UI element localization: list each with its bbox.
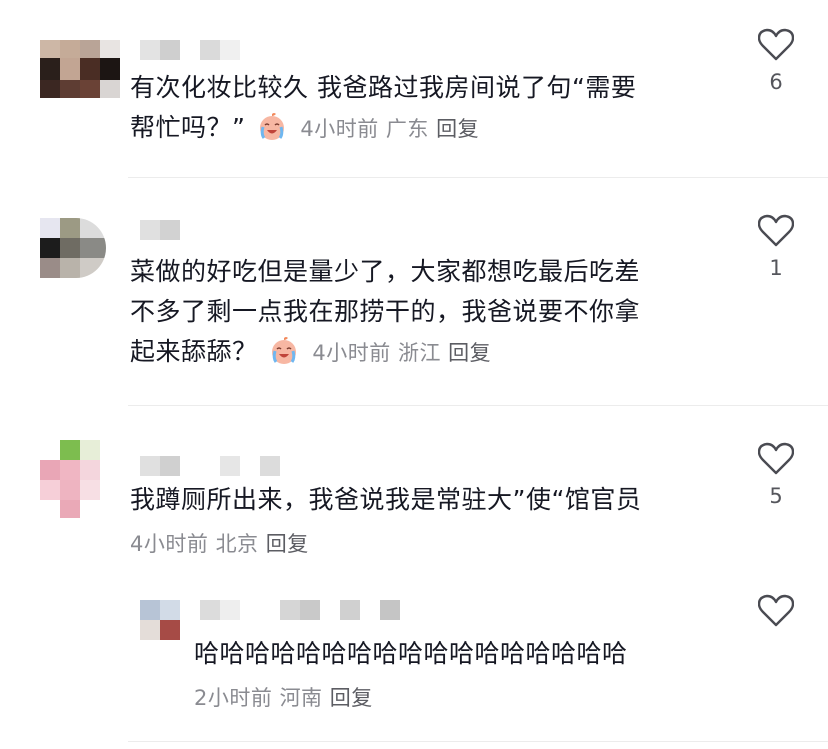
- reply-button[interactable]: 回复: [330, 686, 373, 710]
- username-blurred[interactable]: [140, 220, 180, 240]
- crying-laugh-emoji: [268, 334, 300, 366]
- comment-text: 有次化妆比较久 我爸路过我房间说了句“需要 帮忙吗？” 4小时前 广东 回复: [130, 68, 730, 149]
- comment-text-line: 起来舔舔？ 4小时前 浙江 回复: [130, 332, 730, 373]
- reply-button[interactable]: 回复: [436, 117, 479, 141]
- like-count: 5: [769, 484, 783, 508]
- reply-button[interactable]: 回复: [448, 341, 491, 365]
- timestamp: 4小时前: [312, 341, 391, 365]
- comment-item: 我蹲厕所出来，我爸说我是常驻大”使“馆官员 4小时前 北京 回复 5: [0, 406, 828, 586]
- comment-text-line: 有次化妆比较久 我爸路过我房间说了句“需要: [130, 73, 637, 102]
- comment-text-fragment: 帮忙吗？”: [130, 113, 246, 142]
- like-count: 6: [769, 70, 783, 94]
- like-button[interactable]: 6: [746, 28, 806, 94]
- heart-icon: [758, 442, 794, 475]
- avatar[interactable]: [40, 40, 120, 98]
- comment-text: 菜做的好吃但是量少了，大家都想吃最后吃差 不多了剩一点我在那捞干的，我爸说要不你…: [130, 252, 730, 373]
- timestamp: 2小时前: [194, 686, 273, 710]
- location: 北京: [215, 532, 259, 556]
- avatar[interactable]: [140, 600, 180, 640]
- username-blurred[interactable]: [200, 600, 420, 620]
- comment-meta: 4小时前 广东 回复: [300, 117, 479, 141]
- timestamp: 4小时前: [130, 532, 209, 556]
- divider: [128, 741, 828, 742]
- location: 广东: [385, 117, 429, 141]
- timestamp: 4小时前: [300, 117, 379, 141]
- crying-laugh-emoji: [256, 110, 288, 142]
- comment-text-line: 我蹲厕所出来，我爸说我是常驻大”使“馆官员: [130, 485, 642, 514]
- comment-meta: 4小时前 浙江 回复: [312, 341, 491, 365]
- reply-item: 哈哈哈哈哈哈哈哈哈哈哈哈哈哈哈哈哈 2小时前 河南 回复: [0, 586, 828, 749]
- comment-text-line: 帮忙吗？” 4小时前 广东 回复: [130, 108, 730, 149]
- location: 河南: [279, 686, 323, 710]
- username-blurred[interactable]: [140, 456, 280, 476]
- heart-icon: [758, 214, 794, 247]
- reply-text: 哈哈哈哈哈哈哈哈哈哈哈哈哈哈哈哈哈 2小时前 河南 回复: [194, 634, 734, 718]
- like-button[interactable]: 1: [746, 214, 806, 280]
- location: 浙江: [397, 341, 441, 365]
- like-button[interactable]: [746, 594, 806, 628]
- comment-item: 菜做的好吃但是量少了，大家都想吃最后吃差 不多了剩一点我在那捞干的，我爸说要不你…: [0, 178, 828, 406]
- heart-icon: [758, 594, 794, 627]
- comment-text: 我蹲厕所出来，我爸说我是常驻大”使“馆官员 4小时前 北京 回复: [130, 480, 730, 564]
- username-blurred[interactable]: [140, 40, 250, 60]
- comment-text-line: 不多了剩一点我在那捞干的，我爸说要不你拿: [130, 297, 641, 326]
- like-button[interactable]: 5: [746, 442, 806, 508]
- reply-text-line: 哈哈哈哈哈哈哈哈哈哈哈哈哈哈哈哈哈: [194, 639, 628, 668]
- like-count: 1: [769, 256, 783, 280]
- avatar[interactable]: [40, 218, 106, 278]
- reply-button[interactable]: 回复: [266, 532, 309, 556]
- comment-meta: 4小时前 北京 回复: [130, 524, 730, 564]
- comment-text-fragment: 起来舔舔？: [130, 337, 258, 366]
- comment-item: 有次化妆比较久 我爸路过我房间说了句“需要 帮忙吗？” 4小时前 广东 回复 6: [0, 0, 828, 178]
- reply-meta: 2小时前 河南 回复: [194, 678, 734, 718]
- avatar[interactable]: [40, 440, 106, 520]
- comment-text-line: 菜做的好吃但是量少了，大家都想吃最后吃差: [130, 257, 641, 286]
- heart-icon: [758, 28, 794, 61]
